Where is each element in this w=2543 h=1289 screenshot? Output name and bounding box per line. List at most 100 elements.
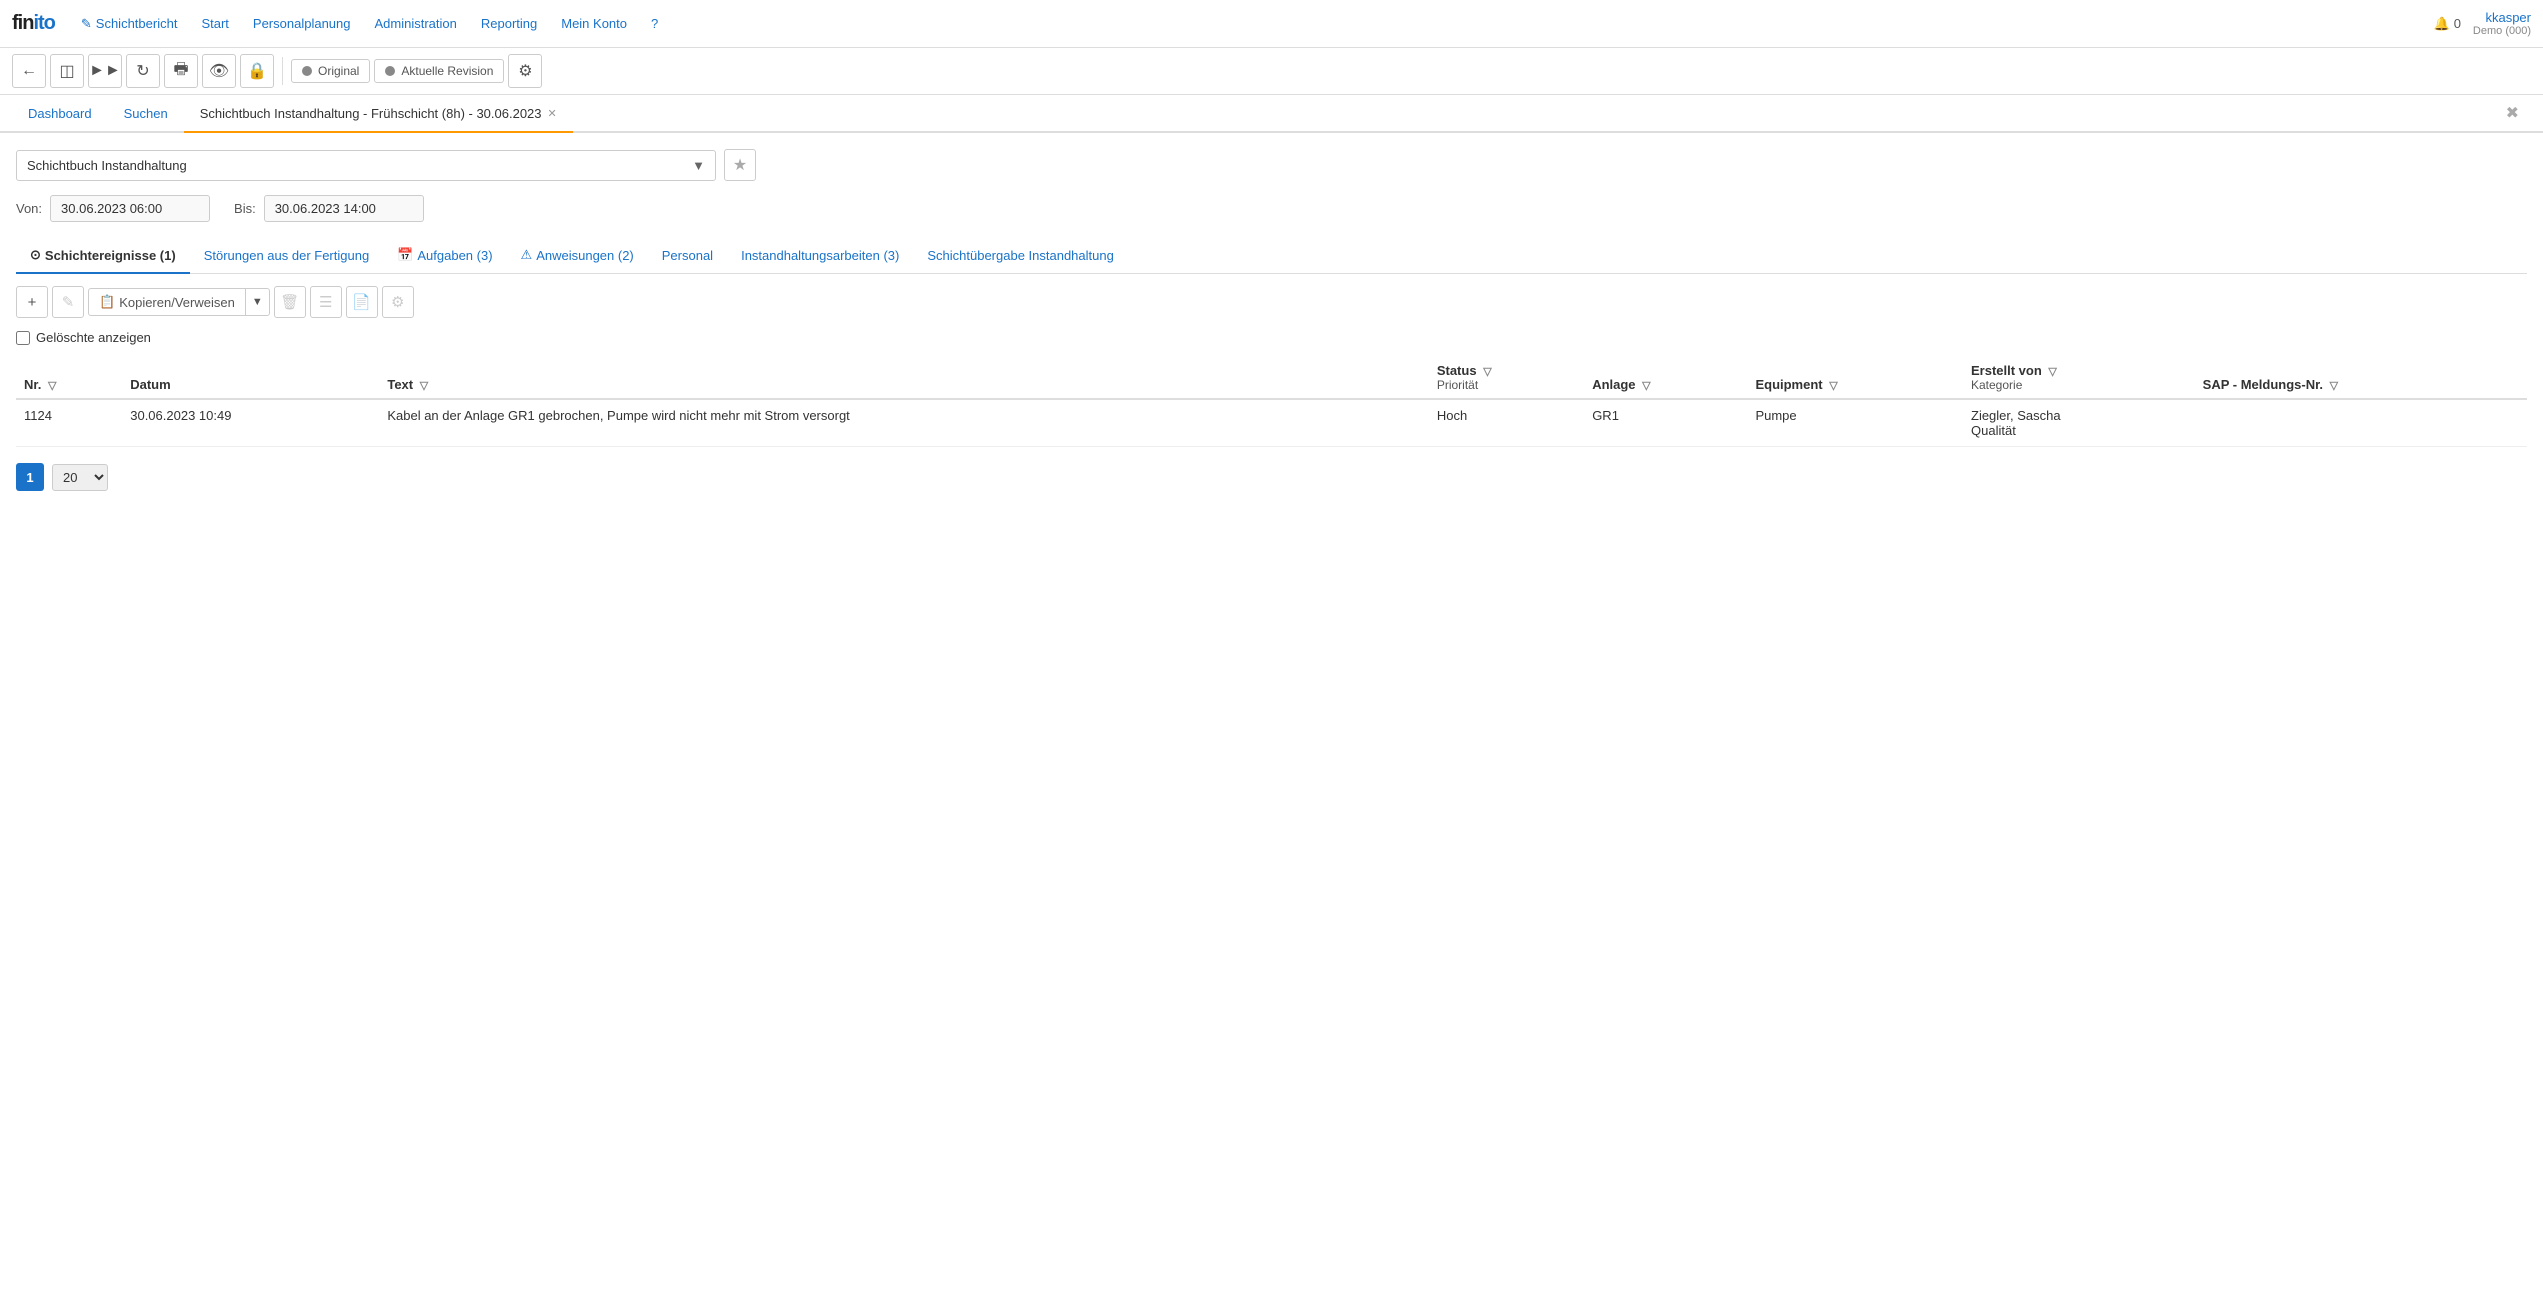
current-page[interactable]: 1 [16,463,44,491]
cell-nr[interactable]: 1124 [16,399,122,447]
new-button[interactable]: ◫ [50,54,84,88]
settings-button[interactable]: ⚙ [508,54,542,88]
notification-count: 0 [2454,16,2461,31]
user-name: kkasper [2485,10,2531,25]
edit-button[interactable]: ✎ [52,286,84,318]
cell-anlage: GR1 [1584,399,1747,447]
von-label: Von: [16,201,42,216]
forward-button[interactable]: ►► [88,54,122,88]
refresh-button[interactable]: ↻ [126,54,160,88]
logo: finito [12,12,55,35]
sub-tab-label-6: Schichtübergabe Instandhaltung [927,248,1113,263]
tab-schichtbuch-label: Schichtbuch Instandhaltung - Frühschicht… [200,106,542,121]
nav-schichtbericht[interactable]: ✎ Schichtbericht [71,10,188,38]
tools-button[interactable]: ⚙ [382,286,414,318]
cell-datum: 30.06.2023 10:49 [122,399,379,447]
delete-button[interactable]: 🗑 [274,286,306,318]
sub-tab-2[interactable]: 📅 Aufgaben (3) [383,238,506,274]
sub-tab-label-4: Personal [662,248,713,263]
sub-tab-4[interactable]: Personal [648,239,727,274]
col-datum: Datum [122,357,379,399]
col-nr: Nr. ▽ [16,357,122,399]
sub-tab-icon-0: ⊙ [30,247,41,263]
action-bar: + ✎ 📋 Kopieren/Verweisen ▼ 🗑 ☰ 📄 ⚙ [16,286,2527,318]
von-input[interactable]: 30.06.2023 06:00 [50,195,210,222]
table-row: 112430.06.2023 10:49Kabel an der Anlage … [16,399,2527,447]
list-button[interactable]: ☰ [310,286,342,318]
sub-tab-6[interactable]: Schichtübergabe Instandhaltung [913,239,1127,274]
view-button[interactable]: 👁 [202,54,236,88]
back-button[interactable]: ← [12,54,46,88]
toolbar: ← ◫ ►► ↻ 🖶 👁 🔒 Original Aktuelle Revisio… [0,48,2543,95]
filter-status-icon[interactable]: ▽ [1483,366,1491,378]
main-content: Schichtbuch Instandhaltung ▼ ★ Von: 30.0… [0,133,2543,507]
sub-tab-label-1: Störungen aus der Fertigung [204,248,370,263]
sub-tab-3[interactable]: ⚠Anweisungen (2) [507,238,648,274]
nav-personalplanung[interactable]: Personalplanung [243,10,361,37]
original-dot [302,66,312,76]
revision-button[interactable]: Aktuelle Revision [374,59,504,83]
sub-tab-label-3: Anweisungen (2) [536,248,634,263]
tab-suchen[interactable]: Suchen [108,96,184,133]
bell-icon: 🔔 [2434,16,2450,32]
geloeschte-checkbox[interactable] [16,331,30,345]
events-table: Nr. ▽ Datum Text ▽ Status ▽ Priorität An… [16,357,2527,447]
tab-close-icon[interactable]: ✕ [548,107,557,120]
print-button[interactable]: 🖶 [164,54,198,88]
tab-dashboard[interactable]: Dashboard [12,96,108,133]
nav-administration[interactable]: Administration [364,10,466,37]
kopieren-verweisen-button[interactable]: 📋 Kopieren/Verweisen [89,289,246,315]
sub-tab-0[interactable]: ⊙ Schichtereignisse (1) [16,238,190,274]
kopieren-verweisen-group: 📋 Kopieren/Verweisen ▼ [88,288,270,316]
kopieren-verweisen-arrow[interactable]: ▼ [246,291,269,313]
schichtbuch-dropdown[interactable]: Schichtbuch Instandhaltung ▼ [16,150,716,181]
col-text: Text ▽ [379,357,1428,399]
doc-button[interactable]: 📄 [346,286,378,318]
tab-schichtbuch[interactable]: Schichtbuch Instandhaltung - Frühschicht… [184,96,573,133]
edit-icon: ✎ [81,16,92,32]
sub-tab-icon-2: 📅 [397,247,413,263]
filter-equipment-icon[interactable]: ▽ [1829,380,1837,392]
kopieren-verweisen-label: Kopieren/Verweisen [119,295,235,310]
top-navigation: finito ✎ Schichtbericht Start Personalpl… [0,0,2543,48]
sub-tab-bar: ⊙ Schichtereignisse (1) Störungen aus der … [16,238,2527,274]
filter-text-icon[interactable]: ▽ [420,380,428,392]
col-equipment: Equipment ▽ [1747,357,1963,399]
original-label: Original [318,64,359,78]
favorite-button[interactable]: ★ [724,149,756,181]
chevron-down-icon: ▼ [692,158,705,173]
nav-mein-konto[interactable]: Mein Konto [551,10,637,37]
cell-sap [2195,399,2527,447]
cell-erstellt: Ziegler, SaschaQualität [1963,399,2195,447]
original-button[interactable]: Original [291,59,370,83]
bis-field: Bis: 30.06.2023 14:00 [234,195,424,222]
col-sap: SAP - Meldungs-Nr. ▽ [2195,357,2527,399]
revision-dot [385,66,395,76]
add-button[interactable]: + [16,286,48,318]
col-anlage: Anlage ▽ [1584,357,1747,399]
sub-tab-1[interactable]: Störungen aus der Fertigung [190,239,384,274]
user-menu[interactable]: kkasper Demo (000) [2473,10,2531,37]
nav-right-area: 🔔 0 kkasper Demo (000) [2434,10,2532,37]
geloeschte-label[interactable]: Gelöschte anzeigen [36,330,151,345]
sub-tab-label-2: Aufgaben (3) [417,248,492,263]
pagination: 1 20 50 100 [16,463,2527,491]
cell-text: Kabel an der Anlage GR1 gebrochen, Pumpe… [379,399,1428,447]
lock-button[interactable]: 🔒 [240,54,274,88]
von-field: Von: 30.06.2023 06:00 [16,195,210,222]
close-all-tabs[interactable]: ✖ [2494,95,2531,131]
geloeschte-checkbox-row: Gelöschte anzeigen [16,330,2527,345]
sub-tab-label-0: Schichtereignisse (1) [45,248,176,263]
filter-erstellt-icon[interactable]: ▽ [2048,366,2056,378]
nav-help[interactable]: ? [641,10,668,37]
filter-nr-icon[interactable]: ▽ [48,380,56,392]
nav-reporting[interactable]: Reporting [471,10,547,37]
sub-tab-5[interactable]: Instandhaltungsarbeiten (3) [727,239,913,274]
bis-input[interactable]: 30.06.2023 14:00 [264,195,424,222]
nav-start[interactable]: Start [191,10,238,37]
filter-sap-icon[interactable]: ▽ [2330,380,2338,392]
notification-area[interactable]: 🔔 0 [2434,16,2461,32]
per-page-select[interactable]: 20 50 100 [52,464,108,491]
cell-status: Hoch [1429,399,1584,447]
filter-anlage-icon[interactable]: ▽ [1642,380,1650,392]
